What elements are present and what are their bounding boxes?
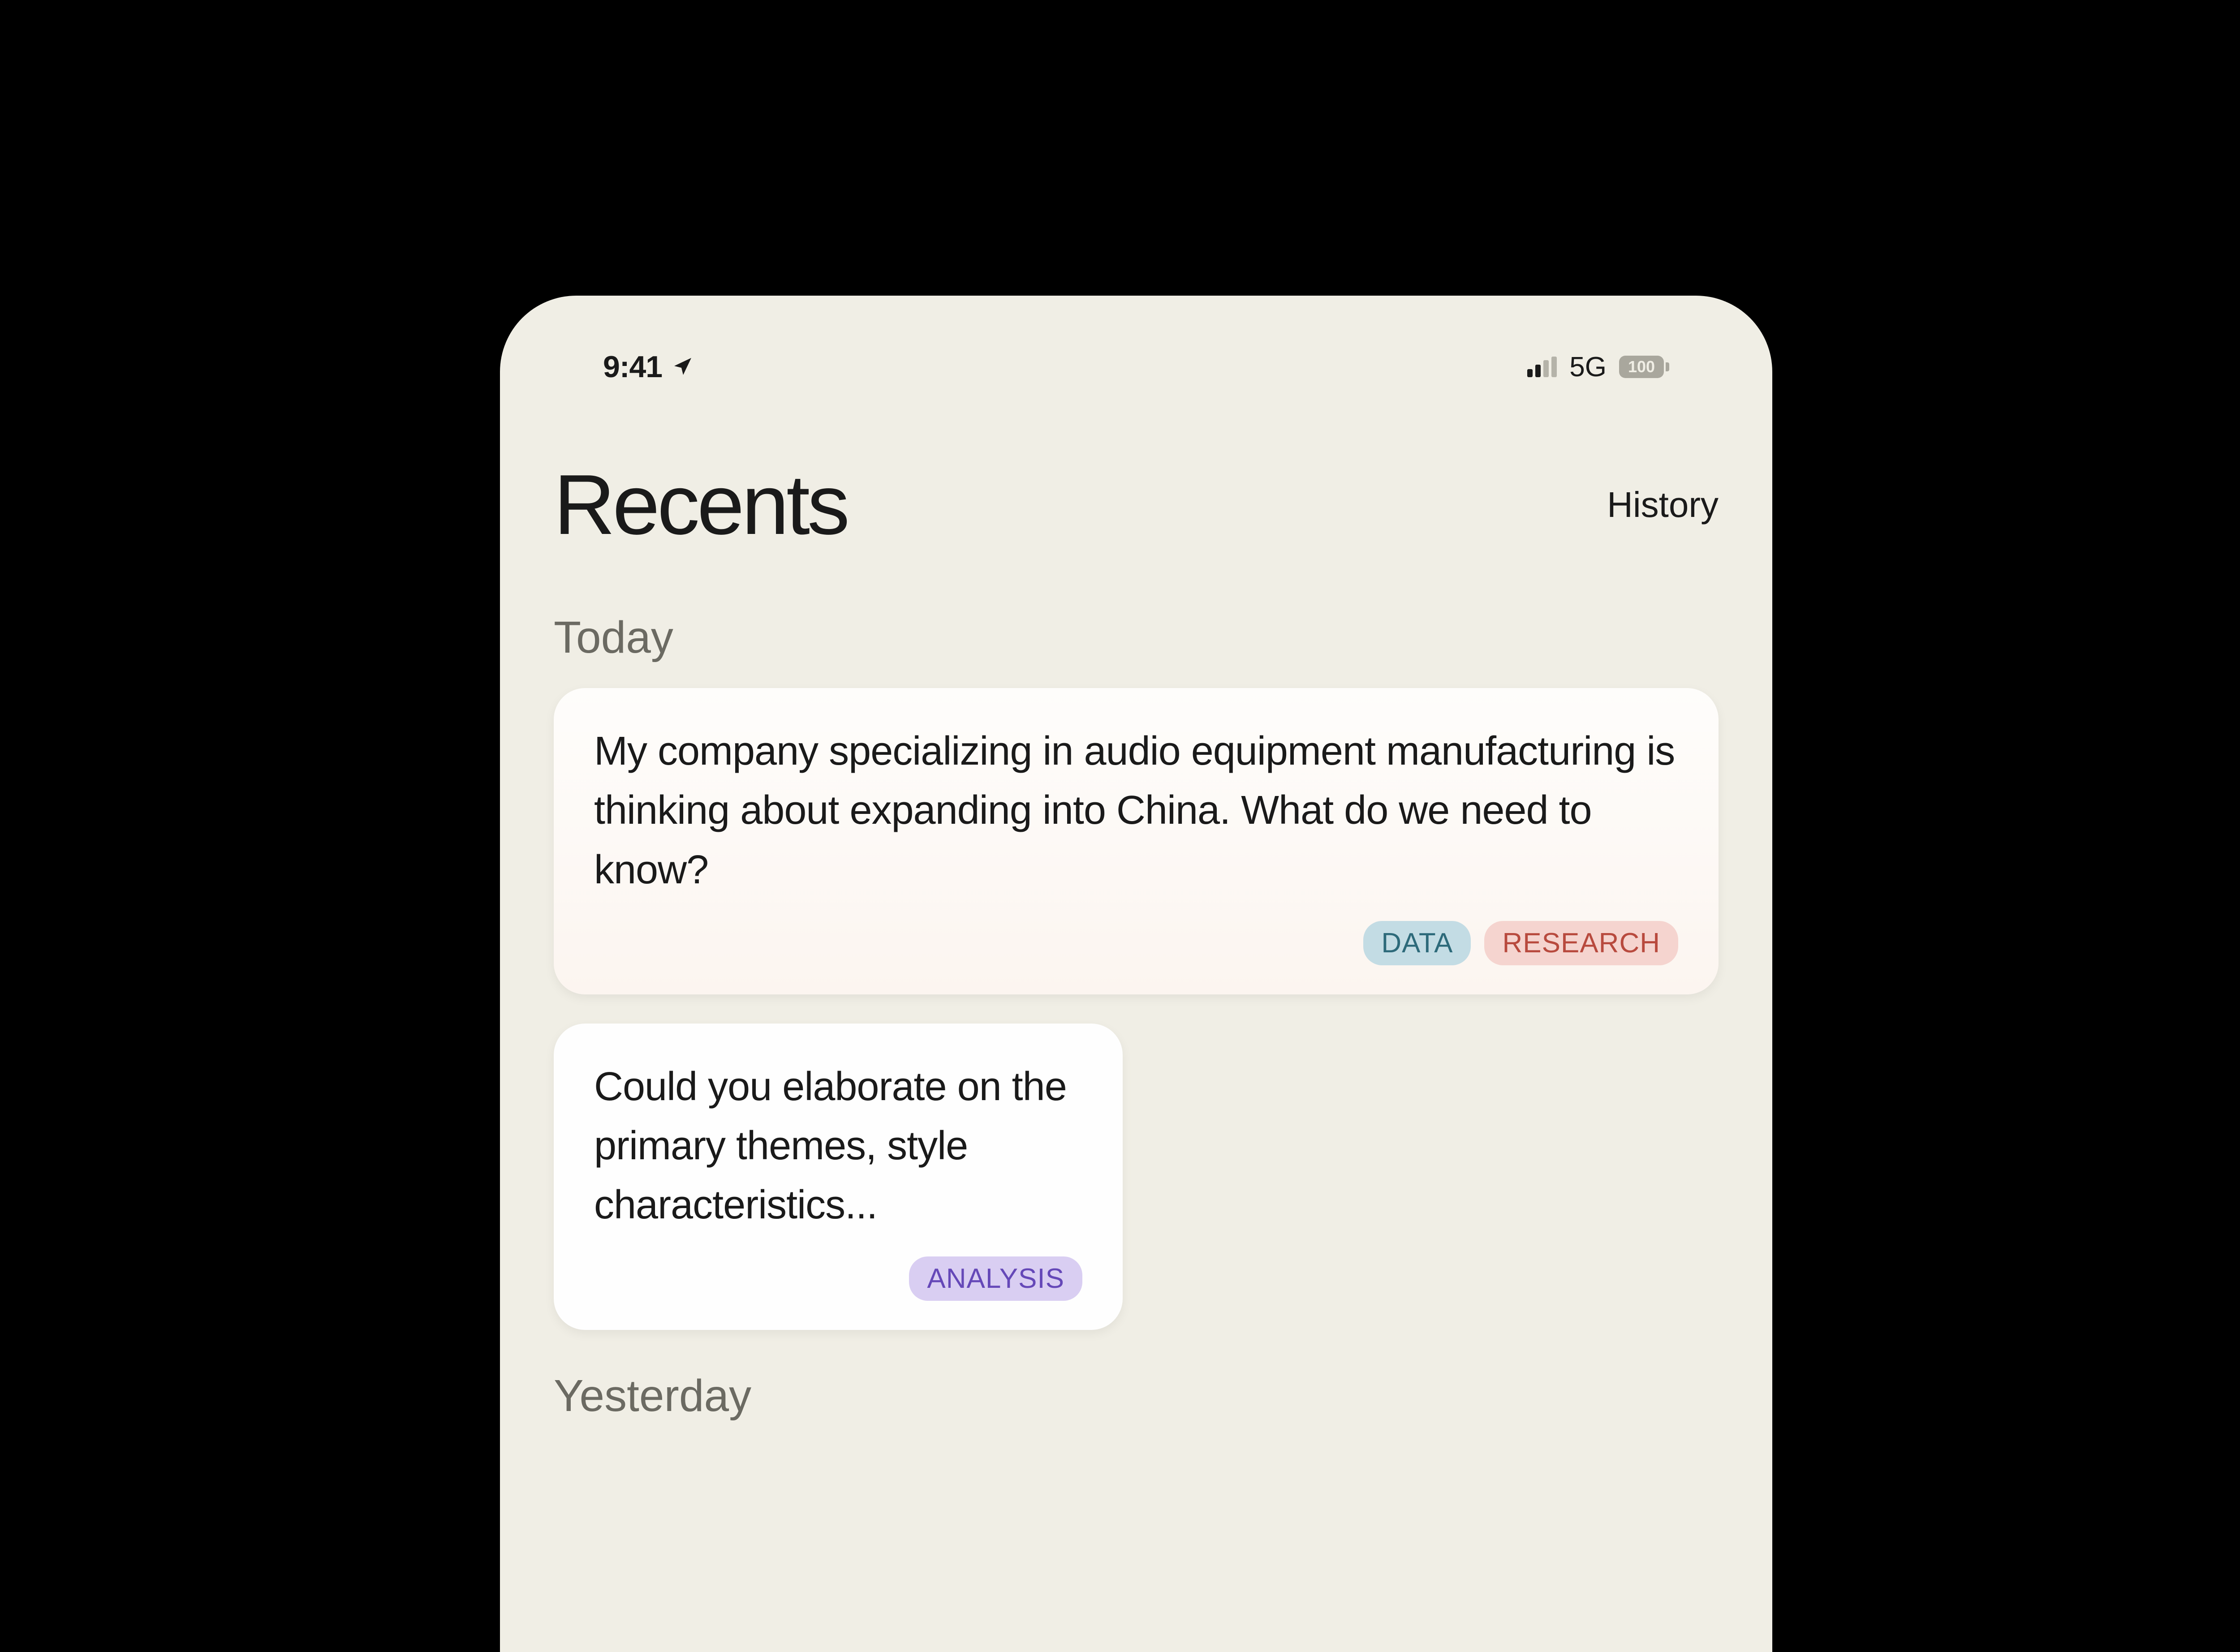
tag-data: DATA	[1363, 921, 1471, 965]
card-tags: DATA RESEARCH	[594, 921, 1678, 965]
tag-research: RESEARCH	[1484, 921, 1678, 965]
location-icon	[671, 356, 694, 378]
status-left: 9:41	[603, 349, 694, 384]
section-today: Today My company specializing in audio e…	[500, 612, 1772, 1330]
battery-icon: 100	[1619, 356, 1669, 378]
signal-icon	[1527, 357, 1557, 377]
card-text: Could you elaborate on the primary theme…	[594, 1057, 1082, 1235]
phone-screen: 9:41 5G 100 Recents	[500, 296, 1772, 1652]
section-title-yesterday: Yesterday	[554, 1370, 1719, 1422]
card-text: My company specializing in audio equipme…	[594, 722, 1678, 899]
status-bar: 9:41 5G 100	[500, 296, 1772, 411]
card-tags: ANALYSIS	[594, 1256, 1082, 1301]
section-title-today: Today	[554, 612, 1719, 663]
recent-card[interactable]: My company specializing in audio equipme…	[554, 688, 1719, 994]
page-title: Recents	[554, 456, 847, 554]
status-time: 9:41	[603, 349, 662, 384]
tag-analysis: ANALYSIS	[909, 1256, 1082, 1301]
recent-card[interactable]: Could you elaborate on the primary theme…	[554, 1024, 1123, 1330]
network-label: 5G	[1569, 351, 1607, 383]
history-link[interactable]: History	[1607, 484, 1719, 525]
section-yesterday: Yesterday	[500, 1370, 1772, 1422]
status-right: 5G 100	[1527, 351, 1669, 383]
page-header: Recents History	[500, 411, 1772, 572]
battery-level: 100	[1628, 357, 1655, 376]
